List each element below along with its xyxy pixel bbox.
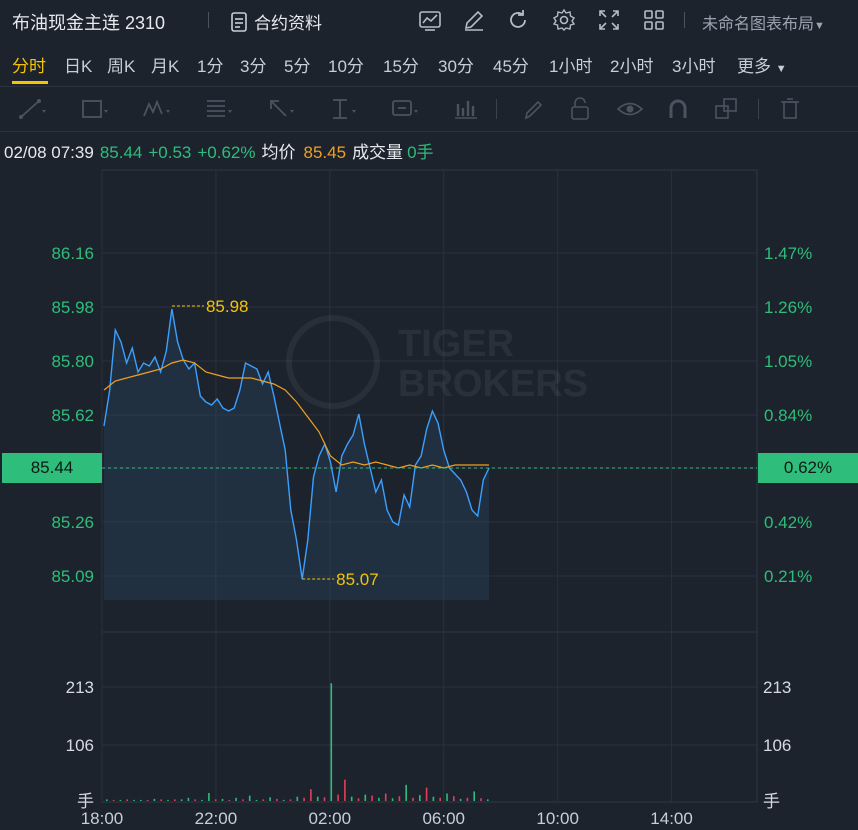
price-tick-label: 85.09 bbox=[51, 567, 94, 586]
volume-bar bbox=[466, 797, 469, 801]
current-price-tag: 85.44 bbox=[2, 453, 102, 483]
price-tick-label: 85.98 bbox=[51, 298, 94, 317]
volume-bar bbox=[391, 798, 394, 801]
volume-bar bbox=[398, 796, 401, 801]
price-tick-label: 86.16 bbox=[51, 244, 94, 263]
volume-bar bbox=[296, 796, 299, 801]
volume-bar bbox=[487, 799, 489, 801]
volume-bar bbox=[323, 797, 326, 801]
pct-tick-label: 0.21% bbox=[764, 567, 812, 586]
volume-bar bbox=[425, 787, 428, 801]
pct-tick-label: 1.05% bbox=[764, 352, 812, 371]
volume-bar bbox=[194, 799, 196, 801]
time-tick-label: 10:00 bbox=[536, 809, 579, 828]
volume-bar bbox=[146, 799, 149, 801]
volume-bars bbox=[106, 683, 489, 801]
volume-bar bbox=[330, 683, 333, 801]
volume-bar bbox=[255, 799, 258, 801]
volume-bar bbox=[174, 799, 176, 801]
volume-bar bbox=[439, 797, 441, 801]
volume-bar bbox=[473, 791, 475, 801]
pct-tick-label: 1.47% bbox=[764, 244, 812, 263]
volume-bar bbox=[133, 799, 135, 801]
volume-bar bbox=[201, 799, 203, 801]
volume-bar bbox=[126, 799, 128, 801]
time-tick-label: 18:00 bbox=[81, 809, 124, 828]
volume-bar bbox=[112, 799, 115, 801]
time-tick-label: 02:00 bbox=[309, 809, 352, 828]
volume-bar bbox=[221, 798, 224, 801]
volume-bar bbox=[350, 796, 353, 801]
volume-bar bbox=[371, 795, 373, 801]
volume-tick-label: 213 bbox=[66, 678, 94, 697]
volume-bar bbox=[262, 799, 265, 801]
volume-bar bbox=[282, 799, 285, 801]
volume-bar bbox=[419, 795, 421, 801]
volume-bar bbox=[140, 799, 142, 801]
volume-bar bbox=[412, 797, 414, 801]
time-tick-label: 06:00 bbox=[422, 809, 465, 828]
volume-bar bbox=[364, 794, 367, 801]
volume-bar bbox=[276, 798, 278, 801]
price-tick-label: 85.80 bbox=[51, 352, 94, 371]
watermark-line-1: TIGER bbox=[398, 323, 514, 365]
volume-bar bbox=[446, 793, 448, 801]
pct-tick-label: 0.84% bbox=[764, 406, 812, 425]
volume-bar bbox=[378, 797, 380, 801]
pct-tick-label: 1.26% bbox=[764, 298, 812, 317]
volume-tick-label-right: 213 bbox=[763, 678, 791, 697]
volume-tick-label-right: 手 bbox=[763, 792, 780, 811]
volume-bar bbox=[289, 799, 292, 801]
price-tick-label: 85.62 bbox=[51, 406, 94, 425]
high-price-label: 85.98 bbox=[206, 297, 249, 316]
volume-bar bbox=[208, 793, 210, 801]
volume-bar bbox=[432, 796, 435, 801]
volume-bar bbox=[384, 793, 387, 801]
volume-tick-label-right: 106 bbox=[763, 736, 791, 755]
watermark-line-2: BROKERS bbox=[398, 363, 588, 405]
volume-bar bbox=[344, 779, 346, 801]
current-pct-tag: 0.62% bbox=[758, 453, 858, 483]
volume-bar bbox=[180, 799, 183, 801]
volume-bar bbox=[228, 799, 231, 801]
time-tick-label: 22:00 bbox=[195, 809, 238, 828]
volume-bar bbox=[459, 798, 462, 801]
volume-bar bbox=[357, 798, 360, 801]
volume-bar bbox=[405, 784, 407, 801]
volume-tick-label: 106 bbox=[66, 736, 94, 755]
volume-bar bbox=[187, 797, 190, 801]
price-tick-label: 85.26 bbox=[51, 513, 94, 532]
volume-bar bbox=[153, 798, 156, 801]
volume-bar bbox=[119, 799, 122, 801]
volume-bar bbox=[214, 799, 217, 801]
volume-bar bbox=[248, 795, 251, 801]
volume-bar bbox=[310, 789, 312, 801]
watermark-logo: TIGER BROKERS bbox=[286, 315, 588, 409]
volume-bar bbox=[160, 799, 162, 801]
volume-bar bbox=[480, 798, 482, 801]
volume-bar bbox=[235, 797, 237, 801]
volume-bar bbox=[316, 796, 319, 801]
volume-bar bbox=[453, 796, 455, 801]
volume-bar bbox=[242, 799, 244, 801]
volume-bar bbox=[269, 797, 271, 801]
volume-bar bbox=[303, 797, 305, 801]
volume-bar bbox=[337, 794, 339, 801]
pct-tick-label: 0.42% bbox=[764, 513, 812, 532]
volume-bar bbox=[167, 799, 169, 801]
time-tick-label: 14:00 bbox=[650, 809, 693, 828]
low-price-label: 85.07 bbox=[336, 570, 379, 589]
intraday-chart[interactable]: TIGER BROKERS 85.98 85.07 86.16 85.98 85.80… bbox=[0, 0, 858, 830]
volume-bar bbox=[106, 799, 108, 801]
